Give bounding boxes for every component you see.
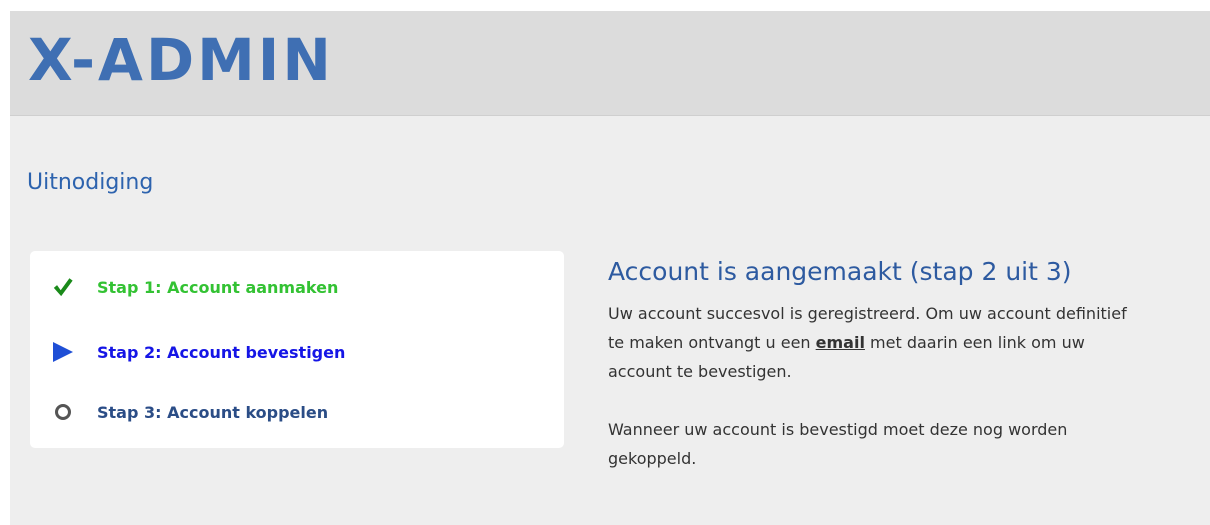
- header-bar: X-ADMIN: [10, 11, 1210, 116]
- play-arrow-icon: [52, 341, 74, 363]
- content-paragraph-2: Wanneer uw account is bevestigd moet dez…: [608, 420, 1068, 468]
- step-3: Stap 3: Account koppelen: [52, 401, 328, 423]
- email-link[interactable]: email: [816, 333, 865, 352]
- step-1-label: Stap 1: Account aanmaken: [97, 277, 339, 297]
- checkmark-icon: [52, 276, 74, 298]
- app-logo[interactable]: X-ADMIN: [28, 25, 334, 95]
- step-2-label: Stap 2: Account bevestigen: [97, 342, 346, 362]
- content-panel: Account is aangemaakt (stap 2 uit 3) Uw …: [608, 255, 1168, 473]
- steps-card: Stap 1: Account aanmaken Stap 2: Account…: [30, 251, 564, 448]
- page-frame: X-ADMIN Uitnodiging Stap 1: Account aanm…: [10, 11, 1210, 525]
- content-paragraph-1: Uw account succesvol is geregistreerd. O…: [608, 299, 1128, 386]
- page-title: Uitnodiging: [27, 170, 154, 195]
- content-heading: Account is aangemaakt (stap 2 uit 3): [608, 257, 1072, 286]
- step-1: Stap 1: Account aanmaken: [52, 276, 338, 298]
- circle-icon: [52, 401, 74, 423]
- step-2: Stap 2: Account bevestigen: [52, 341, 345, 363]
- step-3-label: Stap 3: Account koppelen: [97, 402, 329, 422]
